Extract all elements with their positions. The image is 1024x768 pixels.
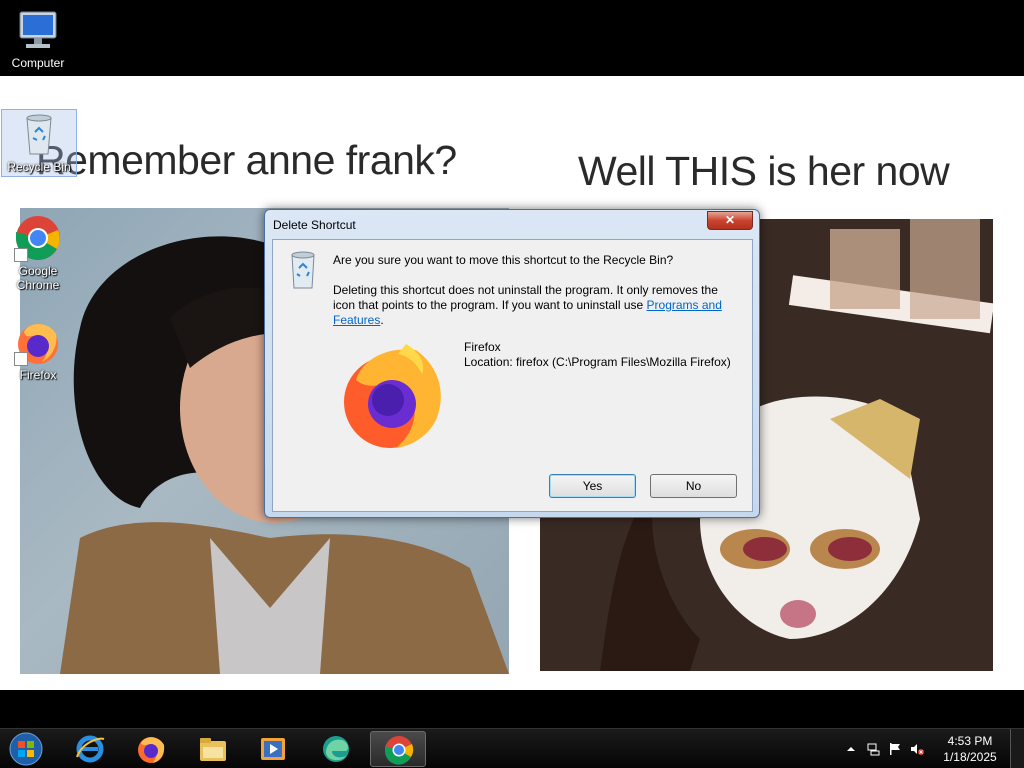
action-center-flag-icon[interactable]	[888, 742, 902, 756]
file-location: Location: firefox (C:\Program Files\Mozi…	[464, 355, 731, 369]
file-name: Firefox	[464, 340, 501, 354]
edge-icon	[323, 736, 349, 762]
firefox-icon	[14, 318, 62, 366]
network-icon[interactable]	[866, 742, 880, 756]
desktop-icon-google-chrome[interactable]: Google Chrome	[0, 214, 76, 292]
recycle-bin-icon	[288, 250, 318, 290]
computer-icon	[14, 6, 62, 54]
taskbar-firefox[interactable]	[123, 731, 179, 767]
volume-muted-icon[interactable]	[910, 742, 924, 756]
dialog-body: Are you sure you want to move this short…	[272, 239, 753, 512]
system-tray: 4:53 PM 1/18/2025	[834, 729, 1024, 768]
show-desktop-button[interactable]	[1010, 729, 1024, 768]
dialog-title: Delete Shortcut	[273, 218, 356, 232]
chrome-icon	[384, 736, 414, 765]
desktop-icon-label: Computer	[11, 56, 65, 70]
taskbar-edge[interactable]	[308, 731, 364, 767]
internet-explorer-icon	[76, 735, 105, 763]
details-end: .	[380, 313, 384, 327]
taskbar-chrome[interactable]	[370, 731, 426, 767]
start-orb-icon	[9, 732, 43, 766]
wallpaper-caption-right: Well THIS is her now	[578, 148, 950, 194]
desktop-icon-label: Recycle Bin	[7, 160, 71, 174]
show-hidden-icons-icon[interactable]	[844, 742, 858, 756]
desktop-icon-label: Firefox	[19, 368, 57, 382]
dialog-details: Deleting this shortcut does not uninstal…	[333, 283, 733, 328]
firefox-icon	[336, 340, 448, 452]
close-button[interactable]: ✕	[707, 211, 753, 230]
firefox-icon	[138, 737, 165, 763]
taskbar-internet-explorer[interactable]	[62, 731, 118, 767]
yes-button[interactable]: Yes	[549, 474, 636, 498]
desktop-icon-label: Google Chrome	[16, 264, 60, 292]
no-button[interactable]: No	[650, 474, 737, 498]
shortcut-arrow-icon	[14, 352, 28, 366]
clock-date[interactable]: 1/18/2025	[940, 750, 1000, 764]
taskbar-file-explorer[interactable]	[185, 731, 241, 767]
desktop-icon-firefox[interactable]: Firefox	[0, 318, 76, 382]
file-explorer-icon	[200, 738, 226, 761]
chrome-icon	[14, 214, 62, 262]
media-player-icon	[261, 738, 285, 760]
start-button[interactable]	[6, 731, 46, 767]
desktop-icon-recycle-bin[interactable]: Recycle Bin	[1, 109, 77, 177]
dialog-question: Are you sure you want to move this short…	[333, 253, 674, 267]
delete-shortcut-dialog: Delete Shortcut ✕ Are you sure you want …	[264, 209, 760, 518]
taskbar: 4:53 PM 1/18/2025	[0, 728, 1024, 768]
shortcut-arrow-icon	[14, 248, 28, 262]
wallpaper-caption-left: Remember anne frank?	[36, 137, 457, 183]
recycle-bin-icon	[15, 110, 63, 158]
clock-time[interactable]: 4:53 PM	[940, 734, 1000, 748]
taskbar-media-player[interactable]	[245, 731, 301, 767]
desktop-icon-computer[interactable]: Computer	[0, 6, 76, 70]
